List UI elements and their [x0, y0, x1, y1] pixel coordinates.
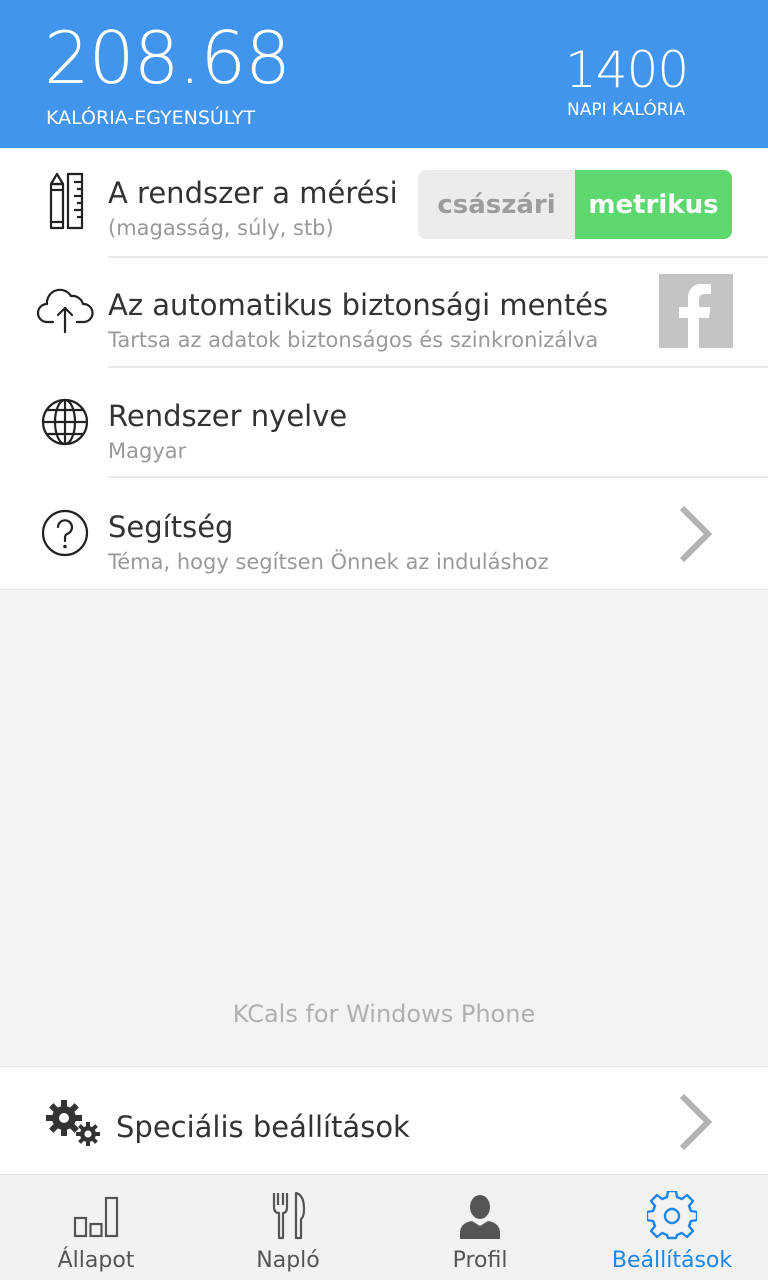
person-icon — [452, 1190, 508, 1242]
chevron-right-icon — [679, 505, 713, 563]
app-footer-label: KCals for Windows Phone — [232, 1000, 536, 1028]
nav-label-settings: Beállítások — [611, 1248, 733, 1273]
daily-calorie-label: NAPI KALÓRIA — [567, 100, 686, 120]
facebook-button[interactable] — [659, 274, 733, 348]
cloud-upload-icon — [33, 278, 97, 342]
calorie-header: 208.68 KALÓRIA-EGYENSÚLYT 1400 NAPI KALÓ… — [0, 0, 768, 148]
help-title: Segítség — [108, 510, 234, 544]
daily-calorie-value: 1400 — [565, 41, 689, 99]
measurement-system-row: A rendszer a mérési (magasság, súly, stb… — [0, 148, 768, 258]
nav-label-status: Állapot — [57, 1248, 135, 1273]
nav-label-diary: Napló — [256, 1248, 320, 1273]
nav-item-diary[interactable]: Napló — [192, 1176, 384, 1280]
help-row[interactable]: Segítség Téma, hogy segítsen Önnek az in… — [0, 478, 768, 590]
globe-icon — [33, 390, 97, 454]
gear-icon — [644, 1190, 700, 1242]
special-settings-row[interactable]: Speciális beállítások — [0, 1066, 768, 1175]
auto-backup-title: Az automatikus biztonsági mentés — [108, 288, 609, 322]
calorie-balance-value: 208.68 — [44, 16, 291, 100]
measurement-system-title: A rendszer a mérési — [108, 176, 398, 210]
nav-item-settings[interactable]: Beállítások — [576, 1176, 768, 1280]
system-language-row[interactable]: Rendszer nyelve Magyar — [0, 368, 768, 478]
unit-option-imperial[interactable]: császári — [418, 170, 575, 239]
system-language-title: Rendszer nyelve — [108, 399, 348, 433]
bar-chart-icon — [68, 1190, 124, 1242]
ruler-pencil-icon — [33, 170, 97, 234]
unit-option-metric[interactable]: metrikus — [575, 170, 732, 239]
calorie-balance-label: KALÓRIA-EGYENSÚLYT — [46, 107, 256, 129]
nav-item-status[interactable]: Állapot — [0, 1176, 192, 1280]
settings-list: A rendszer a mérési (magasság, súly, stb… — [0, 148, 768, 590]
nav-label-profile: Profil — [452, 1248, 508, 1273]
measurement-system-subtitle: (magasság, súly, stb) — [108, 216, 334, 240]
question-icon — [33, 501, 97, 565]
chevron-right-icon — [679, 1093, 713, 1151]
bottom-navigation: Állapot Napló Profil Beállítások — [0, 1176, 768, 1280]
gears-icon — [46, 1100, 100, 1146]
unit-toggle[interactable]: császári metrikus — [418, 170, 732, 239]
special-settings-label: Speciális beállítások — [116, 1110, 410, 1144]
system-language-value: Magyar — [108, 439, 187, 463]
help-subtitle: Téma, hogy segítsen Önnek az induláshoz — [108, 550, 549, 574]
facebook-icon — [679, 284, 711, 348]
auto-backup-subtitle: Tartsa az adatok biztonságos és szinkron… — [108, 328, 599, 352]
nav-item-profile[interactable]: Profil — [384, 1176, 576, 1280]
fork-knife-icon — [260, 1190, 316, 1242]
auto-backup-row[interactable]: Az automatikus biztonsági mentés Tartsa … — [0, 258, 768, 368]
